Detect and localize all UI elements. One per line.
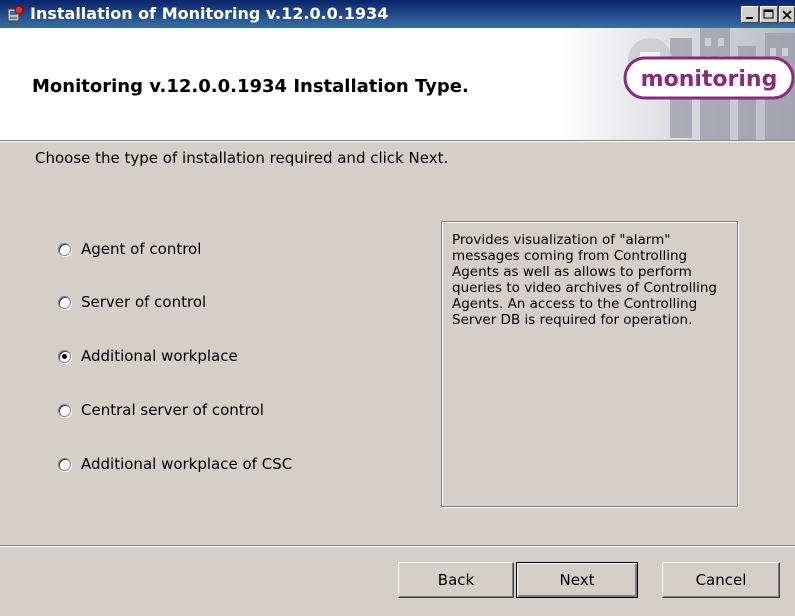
- close-button[interactable]: [779, 6, 795, 23]
- option-central-server-of-control[interactable]: Central server of control: [58, 399, 264, 421]
- maximize-icon: [763, 9, 774, 19]
- radio-label: Additional workplace of CSC: [81, 455, 293, 473]
- back-button[interactable]: Back: [398, 562, 514, 598]
- footer-divider-highlight: [0, 546, 795, 547]
- banner-divider-highlight: [0, 141, 795, 142]
- page-title: Monitoring v.12.0.0.1934 Installation Ty…: [32, 76, 469, 97]
- logo-text: monitoring: [641, 67, 778, 92]
- close-icon: [782, 10, 792, 20]
- radio-label: Server of control: [81, 293, 207, 311]
- option-additional-workplace[interactable]: Additional workplace: [58, 345, 238, 367]
- next-button[interactable]: Next: [516, 562, 638, 598]
- maximize-button[interactable]: [760, 6, 778, 23]
- minimize-button[interactable]: [741, 6, 759, 23]
- radio-label: Additional workplace: [81, 347, 238, 365]
- option-agent-of-control[interactable]: Agent of control: [58, 238, 201, 260]
- minimize-icon: [746, 17, 753, 19]
- radio-label: Agent of control: [81, 240, 202, 258]
- radio-button[interactable]: [58, 295, 71, 309]
- installer-icon: [7, 5, 24, 22]
- window-title: Installation of Monitoring v.12.0.0.1934: [30, 4, 389, 23]
- radio-button-selected[interactable]: [58, 349, 71, 363]
- description-text: Provides visualization of "alarm" messag…: [452, 232, 717, 328]
- title-bar[interactable]: Installation of Monitoring v.12.0.0.1934: [0, 0, 795, 28]
- option-server-of-control[interactable]: Server of control: [58, 291, 206, 313]
- description-panel: Provides visualization of "alarm" messag…: [441, 221, 738, 507]
- option-additional-workplace-of-csc[interactable]: Additional workplace of CSC: [58, 453, 292, 475]
- radio-button[interactable]: [58, 242, 71, 256]
- radio-label: Central server of control: [81, 401, 264, 419]
- header-banner: Monitoring v.12.0.0.1934 Installation Ty…: [0, 28, 795, 140]
- instruction-text: Choose the type of installation required…: [35, 149, 449, 167]
- radio-button[interactable]: [58, 403, 71, 417]
- cancel-button[interactable]: Cancel: [662, 562, 780, 598]
- monitoring-logo: monitoring: [560, 28, 795, 140]
- radio-button[interactable]: [58, 457, 71, 471]
